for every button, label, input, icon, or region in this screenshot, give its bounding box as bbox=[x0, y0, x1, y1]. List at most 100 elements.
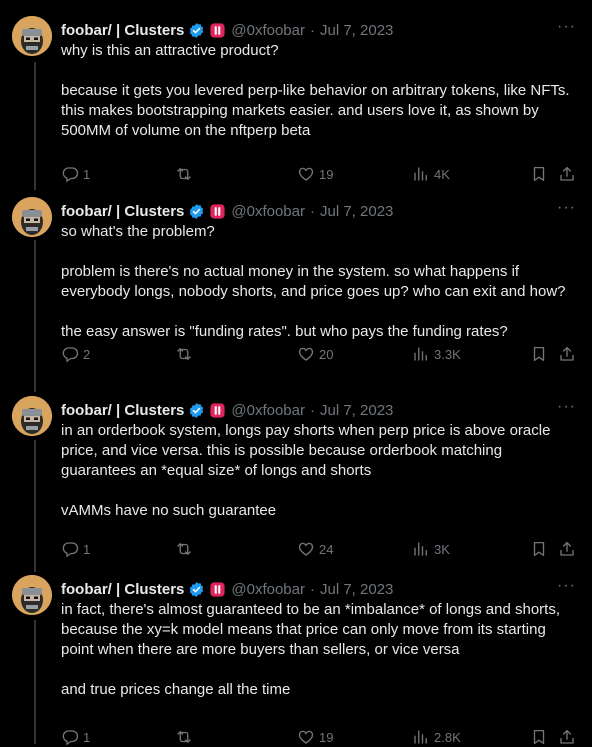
like-count: 24 bbox=[319, 541, 334, 557]
tweet-paragraph: so what's the problem? bbox=[61, 223, 215, 240]
thread-line bbox=[34, 62, 36, 190]
tweet-header: foobar/ | Clusters @0xfoobar · Jul 7, 20… bbox=[61, 201, 393, 221]
action-bar: 1 19 2.8K bbox=[61, 727, 581, 747]
views-button[interactable]: 4K bbox=[412, 164, 450, 184]
tweet-paragraph: in an orderbook system, longs pay shorts… bbox=[61, 422, 555, 479]
separator: · bbox=[310, 401, 315, 419]
avatar[interactable] bbox=[12, 197, 52, 237]
repost-icon bbox=[177, 168, 191, 180]
like-button[interactable]: 19 bbox=[297, 164, 333, 184]
bookmark-icon bbox=[533, 729, 545, 745]
affiliate-badge-icon[interactable] bbox=[209, 22, 226, 39]
bookmark-icon bbox=[533, 541, 545, 557]
share-button[interactable] bbox=[558, 164, 576, 184]
bookmark-button[interactable] bbox=[530, 344, 548, 364]
reply-button[interactable]: 1 bbox=[61, 539, 90, 559]
reply-icon bbox=[62, 542, 79, 558]
author-handle[interactable]: @0xfoobar bbox=[231, 22, 305, 39]
bookmark-button[interactable] bbox=[530, 539, 548, 559]
author-name[interactable]: foobar/ | Clusters bbox=[61, 402, 184, 419]
share-icon bbox=[560, 541, 574, 556]
bookmark-button[interactable] bbox=[530, 164, 548, 184]
reply-count: 1 bbox=[83, 541, 91, 557]
tweet-paragraph: why is this an attractive product? bbox=[61, 42, 279, 59]
affiliate-badge-icon[interactable] bbox=[209, 203, 226, 220]
views-button[interactable]: 2.8K bbox=[412, 727, 461, 747]
verified-badge-icon bbox=[190, 22, 204, 38]
like-icon bbox=[298, 730, 314, 744]
repost-button[interactable] bbox=[175, 344, 197, 364]
tweet-paragraph: in fact, there's almost guaranteed to be… bbox=[61, 601, 565, 658]
views-count: 3K bbox=[434, 541, 450, 557]
separator: · bbox=[310, 580, 315, 598]
tweet-date[interactable]: Jul 7, 2023 bbox=[320, 402, 393, 419]
author-handle[interactable]: @0xfoobar bbox=[231, 203, 305, 220]
views-button[interactable]: 3.3K bbox=[412, 344, 461, 364]
repost-button[interactable] bbox=[175, 539, 197, 559]
author-handle[interactable]: @0xfoobar bbox=[231, 402, 305, 419]
tweet-date[interactable]: Jul 7, 2023 bbox=[320, 22, 393, 39]
affiliate-badge-icon[interactable] bbox=[209, 581, 226, 598]
more-icon[interactable]: ··· bbox=[557, 398, 576, 416]
views-button[interactable]: 3K bbox=[412, 539, 450, 559]
avatar[interactable] bbox=[12, 575, 52, 615]
views-icon bbox=[414, 730, 427, 744]
bookmark-icon bbox=[533, 166, 545, 182]
avatar[interactable] bbox=[12, 16, 52, 56]
tweet-paragraph: the easy answer is "funding rates". but … bbox=[61, 323, 508, 340]
tweet-paragraph: vAMMs have no such guarantee bbox=[61, 502, 277, 519]
tweet-text: in an orderbook system, longs pay shorts… bbox=[61, 421, 581, 521]
thread-line bbox=[34, 440, 36, 572]
reply-icon bbox=[62, 347, 79, 363]
more-icon[interactable]: ··· bbox=[557, 18, 576, 36]
like-button[interactable]: 20 bbox=[297, 344, 333, 364]
thread-line bbox=[34, 240, 36, 392]
share-button[interactable] bbox=[558, 727, 576, 747]
reply-count: 1 bbox=[83, 729, 91, 745]
share-icon bbox=[560, 166, 574, 181]
like-button[interactable]: 19 bbox=[297, 727, 333, 747]
more-icon[interactable]: ··· bbox=[557, 199, 576, 217]
tweet-date[interactable]: Jul 7, 2023 bbox=[320, 203, 393, 220]
more-icon[interactable]: ··· bbox=[557, 577, 576, 595]
author-name[interactable]: foobar/ | Clusters bbox=[61, 22, 184, 39]
tweet-header: foobar/ | Clusters @0xfoobar · Jul 7, 20… bbox=[61, 579, 393, 599]
share-button[interactable] bbox=[558, 539, 576, 559]
tweet-header: foobar/ | Clusters @0xfoobar · Jul 7, 20… bbox=[61, 20, 393, 40]
author-name[interactable]: foobar/ | Clusters bbox=[61, 203, 184, 220]
share-button[interactable] bbox=[558, 344, 576, 364]
reply-icon bbox=[62, 730, 79, 746]
share-icon bbox=[560, 346, 574, 361]
tweet-paragraph: problem is there's no actual money in th… bbox=[61, 263, 566, 300]
action-bar: 1 19 4K bbox=[61, 164, 581, 184]
tweet-text: why is this an attractive product? becaus… bbox=[61, 41, 581, 141]
like-count: 19 bbox=[319, 729, 334, 745]
verified-badge-icon bbox=[190, 203, 204, 219]
bookmark-button[interactable] bbox=[530, 727, 548, 747]
like-button[interactable]: 24 bbox=[297, 539, 333, 559]
repost-icon bbox=[177, 543, 191, 555]
repost-icon bbox=[177, 731, 191, 743]
tweet-paragraph: and true prices change all the time bbox=[61, 681, 291, 698]
repost-icon bbox=[177, 348, 191, 360]
repost-button[interactable] bbox=[175, 164, 197, 184]
avatar[interactable] bbox=[12, 396, 52, 436]
author-name[interactable]: foobar/ | Clusters bbox=[61, 581, 184, 598]
reply-button[interactable]: 1 bbox=[61, 727, 90, 747]
reply-button[interactable]: 2 bbox=[61, 344, 90, 364]
views-icon bbox=[414, 347, 427, 361]
separator: · bbox=[310, 202, 315, 220]
reply-button[interactable]: 1 bbox=[61, 164, 90, 184]
repost-button[interactable] bbox=[175, 727, 197, 747]
tweet-date[interactable]: Jul 7, 2023 bbox=[320, 581, 393, 598]
views-count: 2.8K bbox=[434, 729, 461, 745]
reply-icon bbox=[62, 167, 79, 183]
views-icon bbox=[414, 167, 427, 181]
affiliate-badge-icon[interactable] bbox=[209, 402, 226, 419]
like-icon bbox=[298, 542, 314, 556]
tweet-header: foobar/ | Clusters @0xfoobar · Jul 7, 20… bbox=[61, 400, 393, 420]
views-count: 3.3K bbox=[434, 346, 461, 362]
views-icon bbox=[414, 542, 427, 556]
tweet-text: so what's the problem? problem is there's… bbox=[61, 222, 581, 342]
author-handle[interactable]: @0xfoobar bbox=[231, 581, 305, 598]
